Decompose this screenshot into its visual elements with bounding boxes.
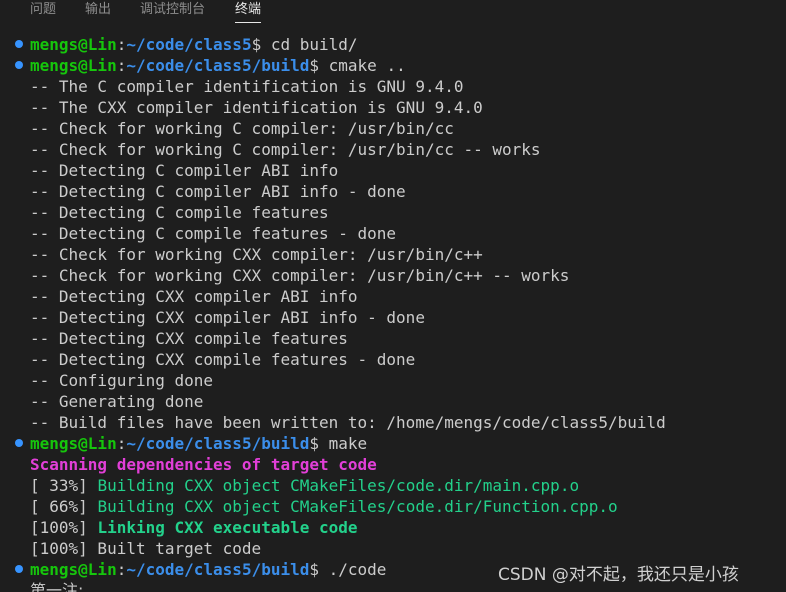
cmake-output-text: -- Detecting CXX compile features - done <box>30 350 416 369</box>
prompt-path: ~/code/class5/build <box>126 434 310 453</box>
make-progress-percent: [ 66%] <box>30 497 98 516</box>
panel-tab-bar: 问题 输出 调试控制台 终端 <box>0 0 786 28</box>
cmake-output-text: -- Detecting C compile features - done <box>30 224 397 243</box>
make-build-message: Building CXX object CMakeFiles/code.dir/… <box>97 476 580 495</box>
make-progress-percent: [100%] <box>30 518 98 537</box>
prompt-line: mengs@Lin:~/code/class5$ cd build/ <box>0 34 358 55</box>
prompt-user: mengs@Lin <box>30 35 117 54</box>
cmake-output-text: -- Build files have been written to: /ho… <box>30 413 666 432</box>
cmake-output-text: -- Detecting C compile features <box>30 203 329 222</box>
cmake-output-text: -- Configuring done <box>30 371 214 390</box>
command-decoration-dot-icon[interactable] <box>15 61 23 69</box>
prompt-command: $ cd build/ <box>251 35 358 54</box>
prompt-separator: : <box>116 560 127 579</box>
cmake-output-text: -- Detecting C compiler ABI info - done <box>30 182 406 201</box>
prompt-path: ~/code/class5/build <box>126 56 310 75</box>
terminal-output[interactable]: mengs@Lin:~/code/class5$ cd build/ mengs… <box>0 34 786 592</box>
cmake-output-text: -- Check for working C compiler: /usr/bi… <box>30 140 541 159</box>
tab-output[interactable]: 输出 <box>85 0 111 26</box>
cmake-output-text: -- Generating done <box>30 392 204 411</box>
cmake-output-text: -- Detecting CXX compile features <box>30 329 348 348</box>
cmake-output-text: -- Detecting CXX compiler ABI info - don… <box>30 308 425 327</box>
prompt-command: $ ./code <box>309 560 387 579</box>
command-decoration-dot-icon[interactable] <box>15 565 23 573</box>
prompt-separator: : <box>116 434 127 453</box>
prompt-line: mengs@Lin:~/code/class5/build$ ./code <box>0 559 386 580</box>
prompt-separator: : <box>116 35 127 54</box>
prompt-line: mengs@Lin:~/code/class5/build$ cmake .. <box>0 55 406 76</box>
command-decoration-dot-icon[interactable] <box>15 40 23 48</box>
cmake-output-text: -- The CXX compiler identification is GN… <box>30 98 483 117</box>
prompt-command: $ cmake .. <box>309 56 406 75</box>
prompt-user: mengs@Lin <box>30 560 117 579</box>
command-decoration-dot-icon[interactable] <box>15 439 23 447</box>
prompt-path: ~/code/class5 <box>126 35 252 54</box>
prompt-user: mengs@Lin <box>30 56 117 75</box>
make-link-message: Linking CXX executable code <box>97 518 358 537</box>
cmake-output-text: -- Detecting C compiler ABI info <box>30 161 339 180</box>
csdn-watermark: CSDN @对不起，我还只是小孩 <box>498 565 739 585</box>
make-scanning-text: Scanning dependencies of target code <box>30 455 377 474</box>
cmake-output-text: -- Check for working C compiler: /usr/bi… <box>30 119 454 138</box>
tab-problems[interactable]: 问题 <box>30 0 56 26</box>
cmake-output-text: -- Check for working CXX compiler: /usr/… <box>30 245 483 264</box>
prompt-user: mengs@Lin <box>30 434 117 453</box>
cmake-output-text: -- Detecting CXX compiler ABI info <box>30 287 358 306</box>
program-output-text: 第一注: <box>30 581 84 592</box>
make-build-message: Building CXX object CMakeFiles/code.dir/… <box>97 497 618 516</box>
tab-debug-console[interactable]: 调试控制台 <box>140 0 205 26</box>
make-progress-percent: [ 33%] <box>30 476 98 495</box>
make-built-message: [100%] Built target code <box>30 539 262 558</box>
tab-terminal[interactable]: 终端 <box>235 0 262 23</box>
prompt-command: $ make <box>309 434 368 453</box>
cmake-output-text: -- The C compiler identification is GNU … <box>30 77 464 96</box>
prompt-separator: : <box>116 56 127 75</box>
cmake-output-text: -- Check for working CXX compiler: /usr/… <box>30 266 570 285</box>
prompt-line: mengs@Lin:~/code/class5/build$ make <box>0 433 367 454</box>
prompt-path: ~/code/class5/build <box>126 560 310 579</box>
